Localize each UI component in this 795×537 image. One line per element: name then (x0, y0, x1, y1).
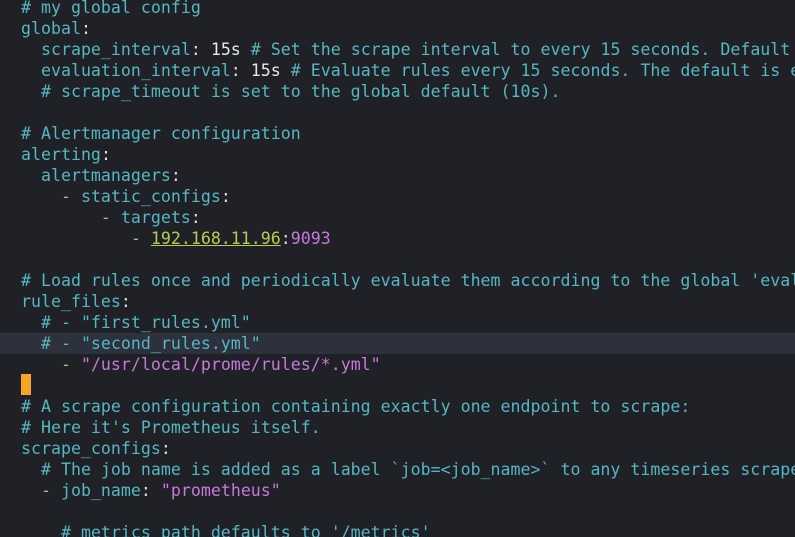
code-token: evaluation_interval (21, 61, 231, 80)
code-token: static_configs (80, 187, 221, 206)
code-token: # metrics_path defaults to '/metrics' (21, 523, 431, 537)
code-line[interactable]: # The job name is added as a label `job=… (0, 459, 795, 480)
code-token: "/usr/local/prome/rules/*.yml" (80, 355, 381, 374)
code-line[interactable]: scrape_interval: 15s # Set the scrape in… (0, 39, 795, 60)
code-token: 192.168.11.96 (150, 229, 281, 248)
code-line[interactable] (0, 102, 795, 123)
code-token: rule_files (21, 292, 121, 311)
code-line[interactable]: alertmanagers: (0, 165, 795, 186)
code-token: # Set the scrape interval to every 15 se… (240, 40, 791, 59)
code-line[interactable]: # - "second_rules.yml" (0, 333, 795, 354)
code-line[interactable]: # Load rules once and periodically evalu… (0, 270, 795, 291)
code-line[interactable]: # - "first_rules.yml" (0, 312, 795, 333)
code-line[interactable]: - "/usr/local/prome/rules/*.yml" (0, 354, 795, 375)
code-token: # Load rules once and periodically evalu… (21, 271, 795, 290)
code-line[interactable]: - targets: (0, 207, 795, 228)
code-token: # Here it's Prometheus itself. (21, 418, 321, 437)
code-token: : (160, 439, 171, 458)
code-token: scrape_interval (21, 40, 191, 59)
code-token: : (220, 187, 231, 206)
code-token: alertmanagers (21, 166, 171, 185)
code-token: 15s (250, 61, 281, 80)
code-token: # my global config (21, 0, 201, 17)
code-token: : (80, 19, 91, 38)
code-token: - (21, 187, 81, 206)
code-line[interactable]: # Alertmanager configuration (0, 123, 795, 144)
code-token: : (230, 61, 251, 80)
code-line[interactable]: - job_name: "prometheus" (0, 480, 795, 501)
code-line[interactable]: # A scrape configuration containing exac… (0, 396, 795, 417)
code-token: : (170, 166, 181, 185)
code-token: targets (120, 208, 191, 227)
code-token: alerting (21, 145, 101, 164)
code-line[interactable]: rule_files: (0, 291, 795, 312)
code-token: # Evaluate rules every 15 seconds. The d… (280, 61, 795, 80)
code-token: # Alertmanager configuration (21, 124, 301, 143)
code-line[interactable] (0, 375, 795, 396)
code-token: : (190, 40, 211, 59)
code-token: "prometheus" (160, 481, 281, 500)
text-editor[interactable]: # my global config global: scrape_interva… (0, 0, 795, 537)
code-line[interactable]: global: (0, 18, 795, 39)
code-token: - (21, 481, 61, 500)
code-line[interactable]: scrape_configs: (0, 438, 795, 459)
code-token: # - "second_rules.yml" (21, 334, 261, 353)
code-token: 15s (210, 40, 241, 59)
code-token: job_name (60, 481, 141, 500)
code-line[interactable] (0, 249, 795, 270)
code-token: # A scrape configuration containing exac… (21, 397, 691, 416)
code-line[interactable]: # my global config (0, 0, 795, 18)
code-token: - (21, 355, 81, 374)
code-line[interactable]: # scrape_timeout is set to the global de… (0, 81, 795, 102)
code-line[interactable]: - static_configs: (0, 186, 795, 207)
code-token: global (21, 19, 81, 38)
code-token: : (120, 292, 131, 311)
code-line[interactable]: - 192.168.11.96:9093 (0, 228, 795, 249)
code-token: - (21, 229, 151, 248)
code-token: : (140, 481, 161, 500)
code-line[interactable] (0, 501, 795, 522)
code-line[interactable]: alerting: (0, 144, 795, 165)
code-token: 9093 (290, 229, 331, 248)
code-line[interactable]: # Here it's Prometheus itself. (0, 417, 795, 438)
code-token: : (280, 229, 291, 248)
code-token: # scrape_timeout is set to the global de… (21, 82, 561, 101)
code-token: - (21, 208, 121, 227)
code-line[interactable]: evaluation_interval: 15s # Evaluate rule… (0, 60, 795, 81)
code-token: : (190, 208, 201, 227)
code-token: # The job name is added as a label `job=… (21, 460, 795, 479)
code-token: # - "first_rules.yml" (21, 313, 251, 332)
code-token: scrape_configs (21, 439, 161, 458)
code-line[interactable]: # metrics_path defaults to '/metrics' (0, 522, 795, 537)
code-token: : (100, 145, 111, 164)
text-cursor (21, 374, 31, 395)
